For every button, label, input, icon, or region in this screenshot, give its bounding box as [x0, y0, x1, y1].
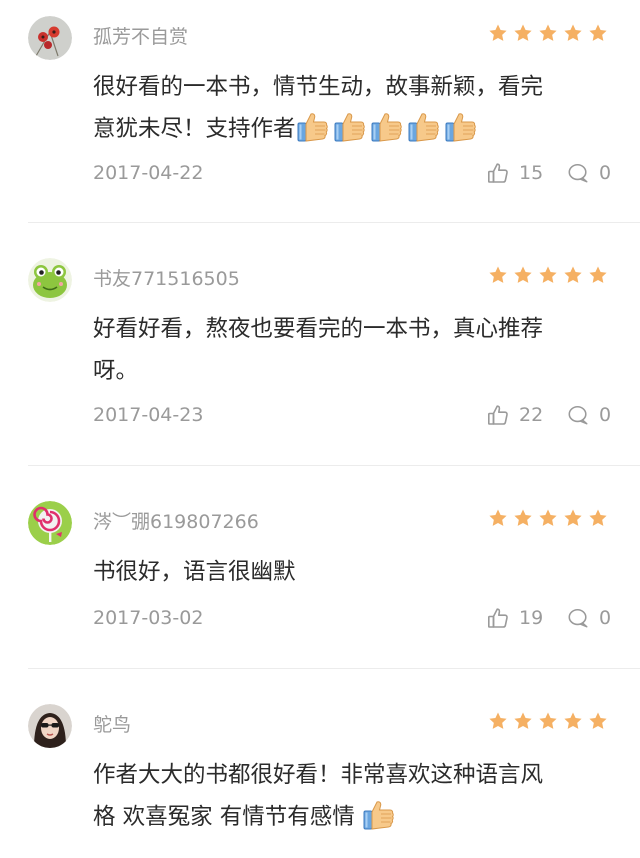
star-icon — [488, 711, 508, 731]
star-icon — [538, 23, 558, 43]
thumbs-up-outline-icon — [486, 403, 510, 427]
comment-button[interactable]: 0 — [567, 404, 611, 426]
review-date: 2017-04-23 — [93, 404, 204, 426]
star-icon — [588, 711, 608, 731]
star-icon — [563, 23, 583, 43]
reviewer-name[interactable]: 鸵鸟 — [93, 710, 131, 737]
star-icon — [563, 508, 583, 528]
star-icon — [588, 23, 608, 43]
like-count: 19 — [519, 607, 544, 629]
star-rating — [488, 265, 608, 285]
thumbs-up-outline-icon — [486, 161, 510, 185]
thumbs-up-outline-icon — [486, 606, 510, 630]
star-icon — [538, 508, 558, 528]
review-date: 2017-03-02 — [93, 607, 204, 629]
star-icon — [513, 23, 533, 43]
star-icon — [513, 265, 533, 285]
red-flower-avatar[interactable] — [28, 16, 72, 60]
comment-count: 0 — [599, 607, 612, 629]
divider — [28, 222, 640, 223]
lollipop-avatar[interactable] — [28, 501, 72, 545]
star-icon — [538, 265, 558, 285]
star-rating — [488, 23, 608, 43]
review-text: 作者大大的书都很好看！非常喜欢这种语言风 格 欢喜冤家 有情节有感情 — [93, 754, 613, 838]
review-date: 2017-04-22 — [93, 162, 204, 184]
thumbs-up-emoji-icon — [333, 110, 367, 144]
star-icon — [563, 265, 583, 285]
thumbs-up-emoji-icon — [362, 798, 396, 832]
reviewer-name[interactable]: 书友771516505 — [93, 264, 240, 291]
star-icon — [563, 711, 583, 731]
like-button[interactable]: 15 — [486, 161, 543, 185]
star-rating — [488, 711, 608, 731]
reviewer-name[interactable]: 孤芳不自赏 — [93, 22, 188, 49]
review-text: 好看好看，熬夜也要看完的一本书，真心推荐 呀。 — [93, 308, 613, 392]
star-icon — [588, 508, 608, 528]
thumbs-up-emoji-icon — [444, 110, 478, 144]
thumbs-up-emoji-icon — [296, 110, 330, 144]
review-text-line: 格 欢喜冤家 有情节有感情 — [93, 796, 613, 838]
speech-bubble-icon — [567, 162, 589, 184]
review-text-line: 呀。 — [93, 358, 139, 384]
review-text-line: 很好看的一本书，情节生动，故事新颖，看完 — [93, 74, 544, 100]
star-icon — [488, 508, 508, 528]
review-text: 很好看的一本书，情节生动，故事新颖，看完 意犹未尽！支持作者 — [93, 66, 613, 150]
comment-button[interactable]: 0 — [567, 607, 611, 629]
review-list: 孤芳不自赏 很好看的一本书，情节生动，故事新颖，看完 意犹未尽！支持作者 201… — [0, 0, 640, 858]
review-text-line: 意犹未尽！支持作者 — [93, 108, 613, 150]
speech-bubble-icon — [567, 607, 589, 629]
like-count: 15 — [519, 162, 544, 184]
star-icon — [513, 508, 533, 528]
comment-count: 0 — [599, 404, 612, 426]
like-button[interactable]: 19 — [486, 606, 543, 630]
review-text: 书很好，语言很幽默 — [93, 551, 613, 593]
like-button[interactable]: 22 — [486, 403, 543, 427]
reviewer-name[interactable]: 涔︶弸619807266 — [93, 507, 259, 534]
star-icon — [488, 23, 508, 43]
review-text-line: 书很好，语言很幽默 — [93, 559, 296, 585]
thumbs-up-emoji-icon — [407, 110, 441, 144]
thumbs-up-emoji-icon — [370, 110, 404, 144]
divider — [28, 465, 640, 466]
green-frog-avatar[interactable] — [28, 258, 72, 302]
review-text-line: 好看好看，熬夜也要看完的一本书，真心推荐 — [93, 316, 544, 342]
comment-count: 0 — [599, 162, 612, 184]
star-icon — [513, 711, 533, 731]
woman-sunglasses-avatar[interactable] — [28, 704, 72, 748]
star-icon — [488, 265, 508, 285]
speech-bubble-icon — [567, 404, 589, 426]
star-icon — [588, 265, 608, 285]
divider — [28, 668, 640, 669]
star-icon — [538, 711, 558, 731]
star-rating — [488, 508, 608, 528]
review-text-line: 作者大大的书都很好看！非常喜欢这种语言风 — [93, 762, 544, 788]
like-count: 22 — [519, 404, 544, 426]
comment-button[interactable]: 0 — [567, 162, 611, 184]
